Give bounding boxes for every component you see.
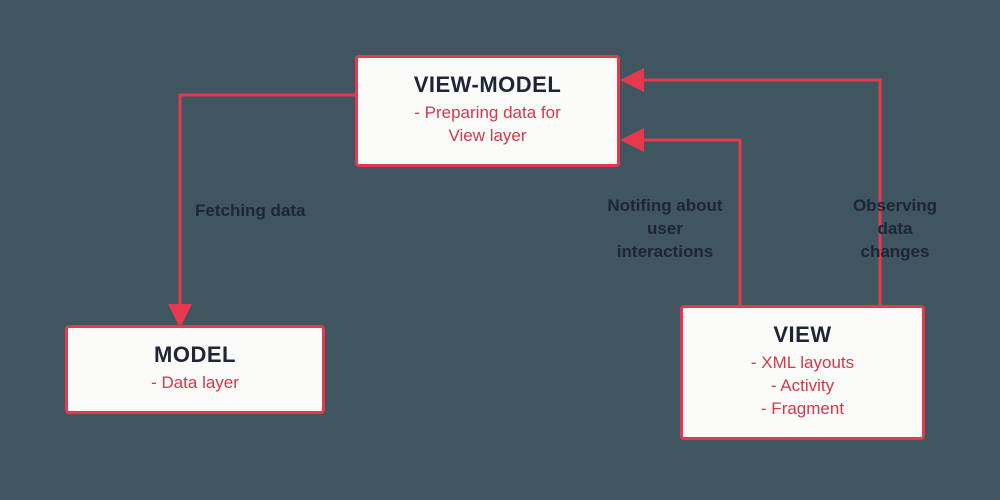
node-viewmodel-title: VIEW-MODEL <box>368 72 607 98</box>
node-model: MODEL - Data layer <box>65 325 325 414</box>
node-model-desc: - Data layer <box>78 372 312 395</box>
node-view-desc: - XML layouts- Activity- Fragment <box>693 352 912 421</box>
node-model-title: MODEL <box>78 342 312 368</box>
arrow-observing <box>626 80 880 305</box>
edge-label-fetching: Fetching data <box>195 200 335 223</box>
edge-label-observing: Observingdatachanges <box>840 195 950 264</box>
node-view: VIEW - XML layouts- Activity- Fragment <box>680 305 925 440</box>
edge-label-notifying: Notifing aboutuserinteractions <box>595 195 735 264</box>
node-viewmodel-desc: - Preparing data forView layer <box>368 102 607 148</box>
node-view-title: VIEW <box>693 322 912 348</box>
mvvm-diagram: VIEW-MODEL - Preparing data forView laye… <box>0 0 1000 500</box>
node-viewmodel: VIEW-MODEL - Preparing data forView laye… <box>355 55 620 167</box>
